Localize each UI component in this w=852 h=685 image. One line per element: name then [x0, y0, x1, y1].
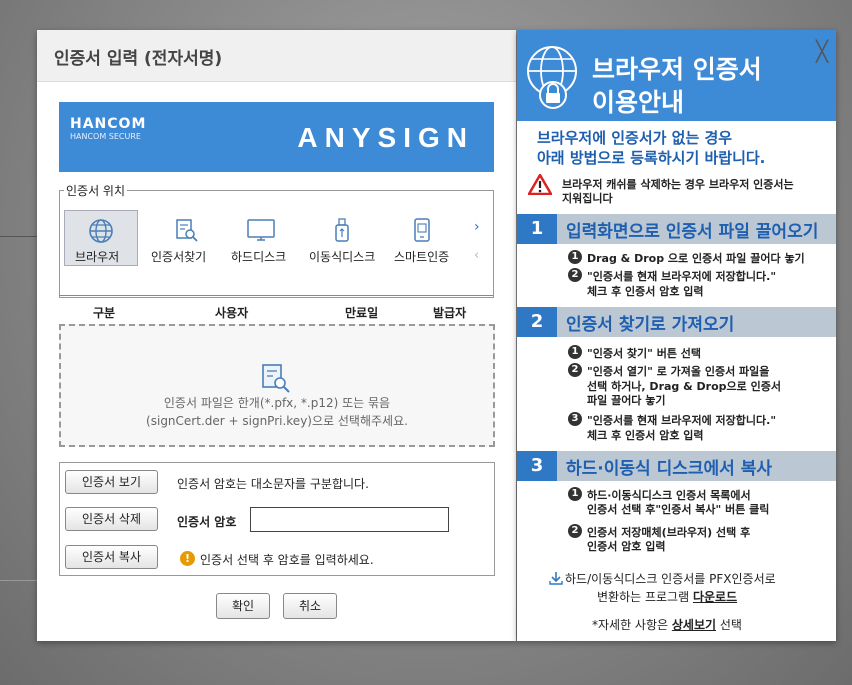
browser-certificate-guide: 브라우저 인증서 이용안내 ╳ 브라우저에 인증서가 없는 경우 아래 방법으로… [517, 30, 836, 641]
column-issuer: 발급자 [433, 306, 467, 320]
certificate-search-icon [149, 217, 223, 243]
download-description-prefix: 변환하는 프로그램 [597, 590, 693, 604]
column-type: 구분 [93, 306, 116, 320]
step-text: 파일 끌어다 놓기 [587, 394, 666, 407]
case-sensitive-notice: 인증서 암호는 대소문자를 구분합니다. [177, 477, 369, 491]
column-user: 사용자 [215, 306, 249, 320]
step-number-icon: 2 [568, 524, 582, 538]
certificate-table: 구분 사용자 만료일 발급자 인증서 파일은 한개(*.pfx, *.p12) … [59, 295, 495, 447]
warning-triangle-icon [527, 173, 553, 199]
anysign-banner: HANCOM HANCOM SECURE ANYSIGN [59, 102, 494, 172]
usb-icon [305, 217, 379, 243]
guide-intro-line1: 브라우저에 인증서가 없는 경우 [537, 129, 733, 147]
column-expiry: 만료일 [345, 306, 379, 320]
step-text: 인증서 선택 후"인증서 복사" 버튼 클릭 [587, 503, 770, 516]
section-title: 입력화면으로 인증서 파일 끌어오기 [566, 222, 819, 242]
warning-icon: ! [180, 551, 195, 566]
section-title: 하드·이동식 디스크에서 복사 [566, 459, 772, 479]
section-number: 1 [517, 214, 557, 244]
table-header: 구분 사용자 만료일 발급자 [59, 295, 493, 323]
section-title: 인증서 찾기로 가져오기 [566, 315, 735, 335]
certificate-location-group: 인증서 위치 브라우저 인증서찾기 하드디스크 이동식디스크 스마트인증 › ‹ [59, 182, 494, 298]
step-text: "인증서를 현재 브라우저에 저장합니다." [587, 270, 777, 283]
monitor-icon [224, 217, 298, 243]
view-certificate-button[interactable]: 인증서 보기 [65, 470, 158, 494]
detail-prefix: *자세한 사항은 [592, 618, 672, 632]
guide-header: 브라우저 인증서 이용안내 ╳ [517, 30, 836, 121]
select-certificate-warning: 인증서 선택 후 암호를 입력하세요. [200, 553, 374, 567]
hancom-secure-label: HANCOM SECURE [70, 132, 141, 141]
smartphone-icon [385, 217, 459, 243]
section-header: 2 인증서 찾기로 가져오기 [517, 307, 836, 337]
background-line [0, 236, 40, 237]
scroll-left-arrow-icon[interactable]: ‹ [474, 248, 479, 263]
background-line [0, 580, 37, 581]
password-input[interactable] [250, 507, 449, 532]
certificate-drop-zone[interactable]: 인증서 파일은 한개(*.pfx, *.p12) 또는 묶음 (signCert… [59, 324, 495, 447]
download-description-line2: 변환하는 프로그램 다운로드 [597, 588, 737, 605]
step-number-icon: 3 [568, 412, 582, 426]
cancel-button[interactable]: 취소 [283, 593, 337, 619]
step-text: 체크 후 인증서 암호 입력 [587, 429, 704, 442]
location-removable-label: 이동식디스크 [309, 250, 376, 264]
section-header: 3 하드·이동식 디스크에서 복사 [517, 451, 836, 481]
location-smart-label: 스마트인증 [394, 250, 450, 264]
step-number-icon: 2 [568, 268, 582, 282]
password-label: 인증서 암호 [177, 515, 237, 529]
location-hard-disk-label: 하드디스크 [231, 250, 287, 264]
detail-link[interactable]: 상세보기 [672, 618, 716, 632]
section-number: 2 [517, 307, 557, 337]
certificate-search-icon [258, 362, 292, 398]
certificate-dialog: 인증서 입력 (전자서명) HANCOM HANCOM SECURE ANYSI… [37, 30, 516, 641]
step-text: "인증서 열기" 로 가져올 인증서 파일을 [587, 365, 770, 378]
detail-info-line: *자세한 사항은 상세보기 선택 [592, 616, 742, 633]
section-header: 1 입력화면으로 인증서 파일 끌어오기 [517, 214, 836, 244]
delete-certificate-button[interactable]: 인증서 삭제 [65, 507, 158, 531]
section-number: 3 [517, 451, 557, 481]
close-icon[interactable]: ╳ [816, 39, 828, 63]
step-text: 인증서 암호 입력 [587, 540, 666, 553]
location-browser-label: 브라우저 [75, 250, 120, 264]
scroll-right-arrow-icon[interactable]: › [474, 219, 480, 235]
drop-hint-line1: 인증서 파일은 한개(*.pfx, *.p12) 또는 묶음 [163, 396, 391, 410]
drop-hint-line2: (signCert.der + signPri.key)으로 선택해주세요. [146, 414, 408, 428]
dialog-header: 인증서 입력 (전자서명) [37, 30, 516, 82]
globe-lock-icon [523, 43, 585, 115]
step-number-icon: 1 [568, 487, 582, 501]
dialog-title: 인증서 입력 (전자서명) [54, 49, 223, 69]
certificate-action-box: 인증서 보기 인증서 암호는 대소문자를 구분합니다. 인증서 삭제 인증서 암… [59, 462, 495, 576]
guide-intro-line2: 아래 방법으로 등록하시기 바랍니다. [537, 149, 766, 167]
step-text: Drag & Drop 으로 인증서 파일 끌어다 놓기 [587, 252, 805, 265]
anysign-logo: ANYSIGN [297, 122, 474, 153]
guide-title-line1: 브라우저 인증서 [592, 55, 762, 84]
location-legend: 인증서 위치 [64, 182, 128, 199]
guide-title-line2: 이용안내 [592, 88, 685, 117]
location-find-label: 인증서찾기 [151, 250, 207, 264]
detail-suffix: 선택 [716, 618, 742, 632]
step-number-icon: 2 [568, 363, 582, 377]
step-text: "인증서를 현재 브라우저에 저장합니다." [587, 414, 777, 427]
download-icon [549, 570, 563, 585]
step-text: 체크 후 인증서 암호 입력 [587, 285, 704, 298]
copy-certificate-button[interactable]: 인증서 복사 [65, 545, 158, 569]
hancom-logo: HANCOM [70, 116, 147, 132]
step-number-icon: 1 [568, 250, 582, 264]
step-number-icon: 1 [568, 345, 582, 359]
download-link[interactable]: 다운로드 [693, 590, 737, 604]
cache-warning-line2: 지워집니다 [562, 192, 613, 205]
download-description-line1: 하드/이동식디스크 인증서를 PFX인증서로 [565, 572, 776, 586]
ok-button[interactable]: 확인 [216, 593, 270, 619]
globe-icon [65, 218, 137, 244]
step-text: "인증서 찾기" 버튼 선택 [587, 347, 702, 360]
